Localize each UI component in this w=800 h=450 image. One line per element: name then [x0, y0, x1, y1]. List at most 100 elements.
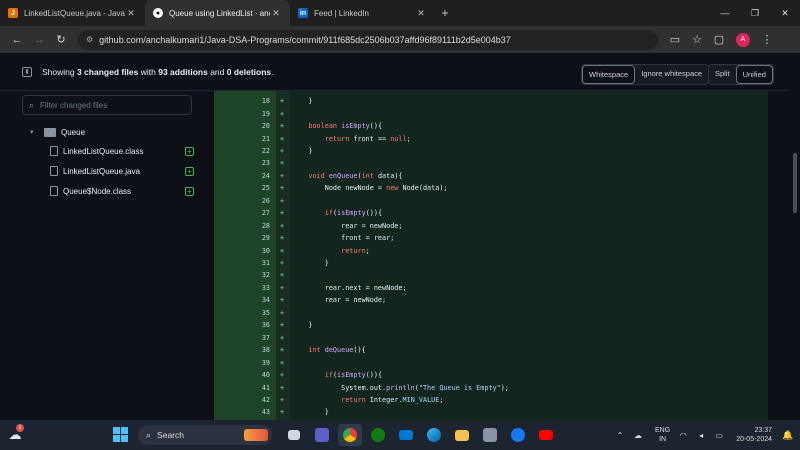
- tree-file-queue-node-class[interactable]: Queue$Node.class +: [22, 181, 194, 201]
- browser-menu-icon[interactable]: ⋮: [756, 30, 778, 50]
- edge-icon[interactable]: [422, 424, 446, 446]
- tree-folder-queue[interactable]: ▾ Queue: [22, 123, 202, 141]
- taskbar-clock[interactable]: 23:37 20-05-2024: [736, 426, 772, 444]
- battery-icon[interactable]: ▭: [712, 431, 726, 440]
- unified-view-button[interactable]: Unified: [735, 65, 773, 84]
- new-tab-button[interactable]: +: [435, 0, 455, 26]
- code-text: return Integer.MIN_VALUE;: [341, 395, 444, 404]
- windows-start-icon[interactable]: [113, 427, 128, 442]
- teams-icon[interactable]: [310, 424, 334, 446]
- linkedin-icon: in: [298, 8, 308, 18]
- taskbar-search-box[interactable]: ⌕ Search: [138, 425, 272, 445]
- line-number: 34: [261, 296, 270, 305]
- java-file-icon: J: [8, 8, 18, 18]
- addition-marker: +: [279, 259, 285, 268]
- minimize-icon[interactable]: —: [710, 0, 740, 26]
- windows-taskbar: ☁ 1 ⌕ Search ⌃ ☁ ENG IN ◠ ◂ ▭ 23:37 20-0…: [0, 420, 800, 450]
- code-line: 39 +: [214, 356, 768, 368]
- line-number: 35: [261, 308, 270, 317]
- site-info-icon[interactable]: ⚙: [86, 35, 93, 44]
- forward-arrow-icon[interactable]: →: [28, 30, 50, 50]
- task-view-icon[interactable]: [282, 424, 306, 446]
- browser-tab-strip: J LinkedListQueue.java - Java-DSA ✕ ● Qu…: [0, 0, 800, 26]
- addition-marker: +: [279, 321, 285, 330]
- filter-changed-files-input[interactable]: ⌕ Filter changed files: [22, 95, 192, 115]
- extensions-icon[interactable]: ▢: [708, 30, 730, 50]
- region-code: IN: [659, 436, 667, 443]
- chevron-up-icon[interactable]: ⌃: [613, 431, 627, 440]
- code-line: 37 +: [214, 332, 768, 344]
- xbox-icon[interactable]: [366, 424, 390, 446]
- addition-marker: +: [279, 196, 285, 205]
- facebook-icon[interactable]: [506, 424, 530, 446]
- tab-linkedlistqueue-java[interactable]: J LinkedListQueue.java - Java-DSA ✕: [0, 0, 145, 26]
- tree-file-linkedlistqueue-java[interactable]: LinkedListQueue.java +: [22, 161, 194, 181]
- wifi-icon[interactable]: ◠: [676, 431, 690, 440]
- back-arrow-icon[interactable]: ←: [6, 30, 28, 50]
- addition-marker: +: [279, 346, 285, 355]
- ignore-whitespace-button[interactable]: Ignore whitespace: [635, 65, 709, 84]
- code-line: 42 + return Integer.MIN_VALUE;: [214, 394, 768, 406]
- cloud-sync-icon[interactable]: ☁: [631, 431, 645, 440]
- code-line: 41 + System.out.println("The Queue is Emp…: [214, 381, 768, 393]
- line-number: 24: [261, 171, 270, 180]
- file-explorer-icon[interactable]: [450, 424, 474, 446]
- tab-linkedin-feed[interactable]: in Feed | LinkedIn ✕: [290, 0, 435, 26]
- chrome-icon[interactable]: [338, 424, 362, 446]
- addition-marker: +: [279, 209, 285, 218]
- chevron-down-icon: ▾: [30, 129, 34, 136]
- tab-github-commit[interactable]: ● Queue using LinkedList · anchalk ✕: [145, 0, 290, 26]
- code-line: 18 + }: [214, 95, 768, 107]
- close-tab-icon[interactable]: ✕: [415, 8, 427, 19]
- page-scrollbar[interactable]: [792, 53, 798, 420]
- settings-app-icon[interactable]: [478, 424, 502, 446]
- addition-marker: +: [279, 97, 285, 106]
- code-text: if(isEmpty()){: [324, 371, 383, 380]
- bookmark-star-icon[interactable]: ☆: [686, 30, 708, 50]
- code-text: }: [292, 259, 329, 268]
- code-text: rear = newNode;: [292, 221, 403, 230]
- split-view-button[interactable]: Split: [709, 65, 736, 84]
- addition-marker: +: [279, 296, 285, 305]
- line-number: 33: [261, 283, 270, 292]
- youtube-icon[interactable]: [534, 424, 558, 446]
- line-number: 21: [261, 134, 270, 143]
- code-line: 34 + rear = newNode;: [214, 294, 768, 306]
- addition-marker: +: [279, 171, 285, 180]
- code-text: boolean isEmpty(){: [308, 122, 383, 131]
- code-line: 21 + return front == null;: [214, 132, 768, 144]
- address-bar[interactable]: ⚙ github.com/anchalkumari1/Java-DSA-Prog…: [78, 29, 658, 50]
- close-tab-icon[interactable]: ✕: [270, 8, 282, 19]
- whitespace-button[interactable]: Whitespace: [582, 65, 636, 84]
- file-tree-toggle-icon[interactable]: ▮: [22, 66, 32, 77]
- added-file-icon: +: [185, 146, 194, 156]
- language-indicator[interactable]: ENG IN: [655, 426, 670, 444]
- profile-avatar[interactable]: A: [736, 32, 750, 47]
- cast-icon[interactable]: ▭: [664, 30, 686, 50]
- file-icon: [50, 166, 58, 176]
- clock-time: 23:37: [754, 427, 772, 434]
- notification-bell-icon[interactable]: 🔔: [780, 430, 796, 441]
- close-window-icon[interactable]: ✕: [770, 0, 800, 26]
- code-text: }: [292, 146, 313, 155]
- close-tab-icon[interactable]: ✕: [125, 8, 137, 19]
- taskbar-pinned-apps: [282, 424, 562, 446]
- code-line: 20 + boolean isEmpty(){: [214, 120, 768, 132]
- weather-widget[interactable]: ☁ 1: [0, 420, 30, 450]
- file-label: LinkedListQueue.java: [63, 166, 140, 176]
- reload-icon[interactable]: ↻: [50, 30, 72, 50]
- scrollbar-thumb[interactable]: [793, 153, 797, 213]
- tree-file-linkedlistqueue-class[interactable]: LinkedListQueue.class +: [22, 141, 194, 161]
- code-line: 24 + void enQueue(int data){: [214, 170, 768, 182]
- search-icon: ⌕: [29, 99, 35, 110]
- mail-icon[interactable]: [394, 424, 418, 446]
- code-text: front = rear;: [292, 234, 395, 243]
- line-number: 38: [261, 346, 270, 355]
- maximize-icon[interactable]: ❐: [740, 0, 770, 26]
- addition-marker: +: [279, 283, 285, 292]
- addition-marker: +: [279, 122, 285, 131]
- line-number: 28: [261, 221, 270, 230]
- addition-marker: +: [279, 184, 285, 193]
- speaker-icon[interactable]: ◂: [694, 431, 708, 440]
- code-line: 26 +: [214, 195, 768, 207]
